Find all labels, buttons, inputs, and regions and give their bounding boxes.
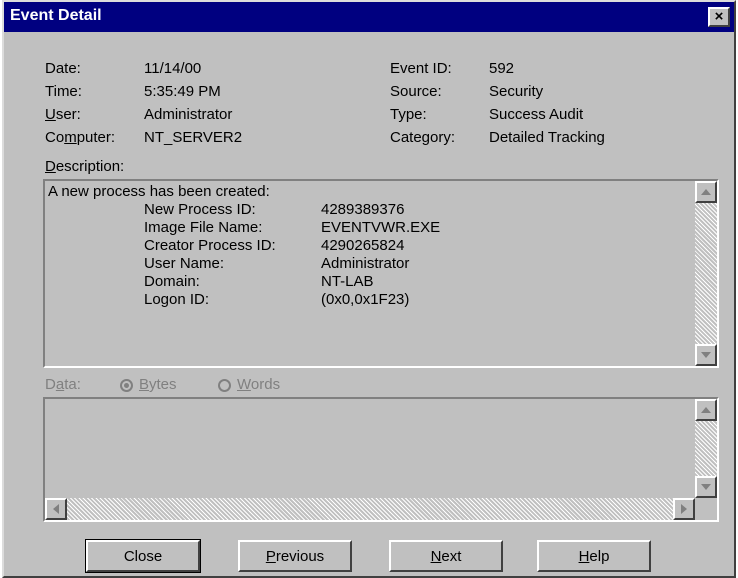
- title-bar[interactable]: Event Detail ×: [4, 2, 734, 32]
- bytes-mnemonic: B: [139, 376, 150, 393]
- words-radio[interactable]: [218, 379, 231, 392]
- up-arrow-icon: [701, 407, 711, 413]
- scroll-left-button[interactable]: [45, 498, 67, 520]
- up-arrow-icon: [701, 189, 711, 195]
- next-button[interactable]: Next: [389, 540, 503, 572]
- down-arrow-icon: [701, 352, 711, 358]
- description-label: Description:: [45, 158, 124, 175]
- words-mnemonic: W: [237, 376, 251, 393]
- description-line-label: User Name:: [144, 255, 225, 272]
- description-line-value: Administrator: [321, 255, 410, 272]
- close-button[interactable]: Close: [85, 539, 201, 573]
- event-detail-window: Event Detail × Date: 11/14/00 Time: 5:35…: [2, 0, 736, 578]
- data-horizontal-scrollbar[interactable]: [45, 498, 695, 520]
- close-button-label: Close: [123, 547, 163, 565]
- description-line-label: Image File Name:: [144, 219, 263, 236]
- description-line-value: NT-LAB: [321, 273, 374, 290]
- words-radio-label[interactable]: Words: [237, 376, 280, 393]
- computer-label-pre: Co: [45, 129, 65, 146]
- down-arrow-icon: [701, 484, 711, 490]
- radio-selected-dot: [124, 383, 129, 388]
- bytes-radio-label[interactable]: Bytes: [139, 376, 177, 393]
- description-label-mnemonic: D: [45, 158, 56, 175]
- previous-button[interactable]: Previous: [238, 540, 352, 572]
- computer-value: NT_SERVER2: [144, 129, 243, 146]
- description-line-label: Domain:: [144, 273, 200, 290]
- source-value: Security: [489, 83, 544, 100]
- description-textbox[interactable]: A new process has been created: New Proc…: [43, 179, 719, 368]
- user-value: Administrator: [144, 106, 233, 123]
- description-line-heading: A new process has been created:: [48, 183, 270, 200]
- previous-rest: revious: [275, 547, 325, 565]
- close-icon[interactable]: ×: [708, 7, 730, 27]
- description-line-label: Creator Process ID:: [144, 237, 276, 254]
- event-id-value: 592: [489, 60, 515, 77]
- description-line-label: New Process ID:: [144, 201, 256, 218]
- description-line-value: 4290265824: [321, 237, 405, 254]
- type-label: Type:: [390, 106, 427, 123]
- user-label-mnemonic: U: [45, 106, 56, 123]
- category-label: Category:: [390, 129, 456, 146]
- time-label: Time:: [45, 83, 82, 100]
- scroll-down-button[interactable]: [695, 344, 717, 366]
- date-label: Date:: [45, 60, 81, 77]
- computer-label: Computer:: [45, 129, 115, 146]
- date-value: 11/14/00: [144, 60, 202, 77]
- scroll-right-button[interactable]: [673, 498, 695, 520]
- next-mnemonic: N: [430, 547, 442, 565]
- right-arrow-icon: [681, 504, 687, 514]
- data-label-post: ta:: [64, 376, 81, 393]
- previous-button-label: Previous: [266, 548, 324, 565]
- description-line-label: Logon ID:: [144, 291, 210, 308]
- bytes-radio[interactable]: [120, 379, 133, 392]
- help-button-label: Help: [579, 548, 610, 565]
- data-label-mnemonic: a: [55, 376, 65, 393]
- previous-mnemonic: P: [265, 547, 276, 565]
- scroll-up-button[interactable]: [695, 399, 717, 421]
- words-rest: ords: [250, 376, 281, 393]
- type-value: Success Audit: [489, 106, 584, 123]
- scroll-up-button[interactable]: [695, 181, 717, 203]
- description-vertical-scrollbar[interactable]: [695, 181, 717, 366]
- bytes-rest: ytes: [149, 376, 177, 393]
- computer-label-mnemonic: m: [64, 129, 77, 146]
- help-rest: elp: [589, 547, 610, 565]
- data-label: Data:: [45, 376, 81, 393]
- time-value: 5:35:49 PM: [144, 83, 221, 100]
- window-title: Event Detail: [10, 7, 102, 24]
- description-line-value: (0x0,0x1F23): [321, 291, 410, 308]
- data-textbox[interactable]: [43, 397, 719, 522]
- description-label-rest: escription:: [55, 158, 125, 175]
- help-button[interactable]: Help: [537, 540, 651, 572]
- help-mnemonic: H: [578, 547, 590, 565]
- left-arrow-icon: [53, 504, 59, 514]
- source-label: Source:: [390, 83, 442, 100]
- computer-label-post: puter:: [76, 129, 116, 146]
- description-line-value: EVENTVWR.EXE: [321, 219, 441, 236]
- next-button-label: Next: [431, 548, 462, 565]
- data-vertical-scrollbar[interactable]: [695, 399, 717, 498]
- category-value: Detailed Tracking: [489, 129, 605, 146]
- description-line-value: 4289389376: [321, 201, 405, 218]
- user-label: User:: [45, 106, 81, 123]
- next-rest: ext: [441, 547, 462, 565]
- event-id-label: Event ID:: [390, 60, 452, 77]
- user-label-rest: ser:: [55, 106, 81, 123]
- data-label-pre: D: [45, 376, 56, 393]
- scroll-down-button[interactable]: [695, 476, 717, 498]
